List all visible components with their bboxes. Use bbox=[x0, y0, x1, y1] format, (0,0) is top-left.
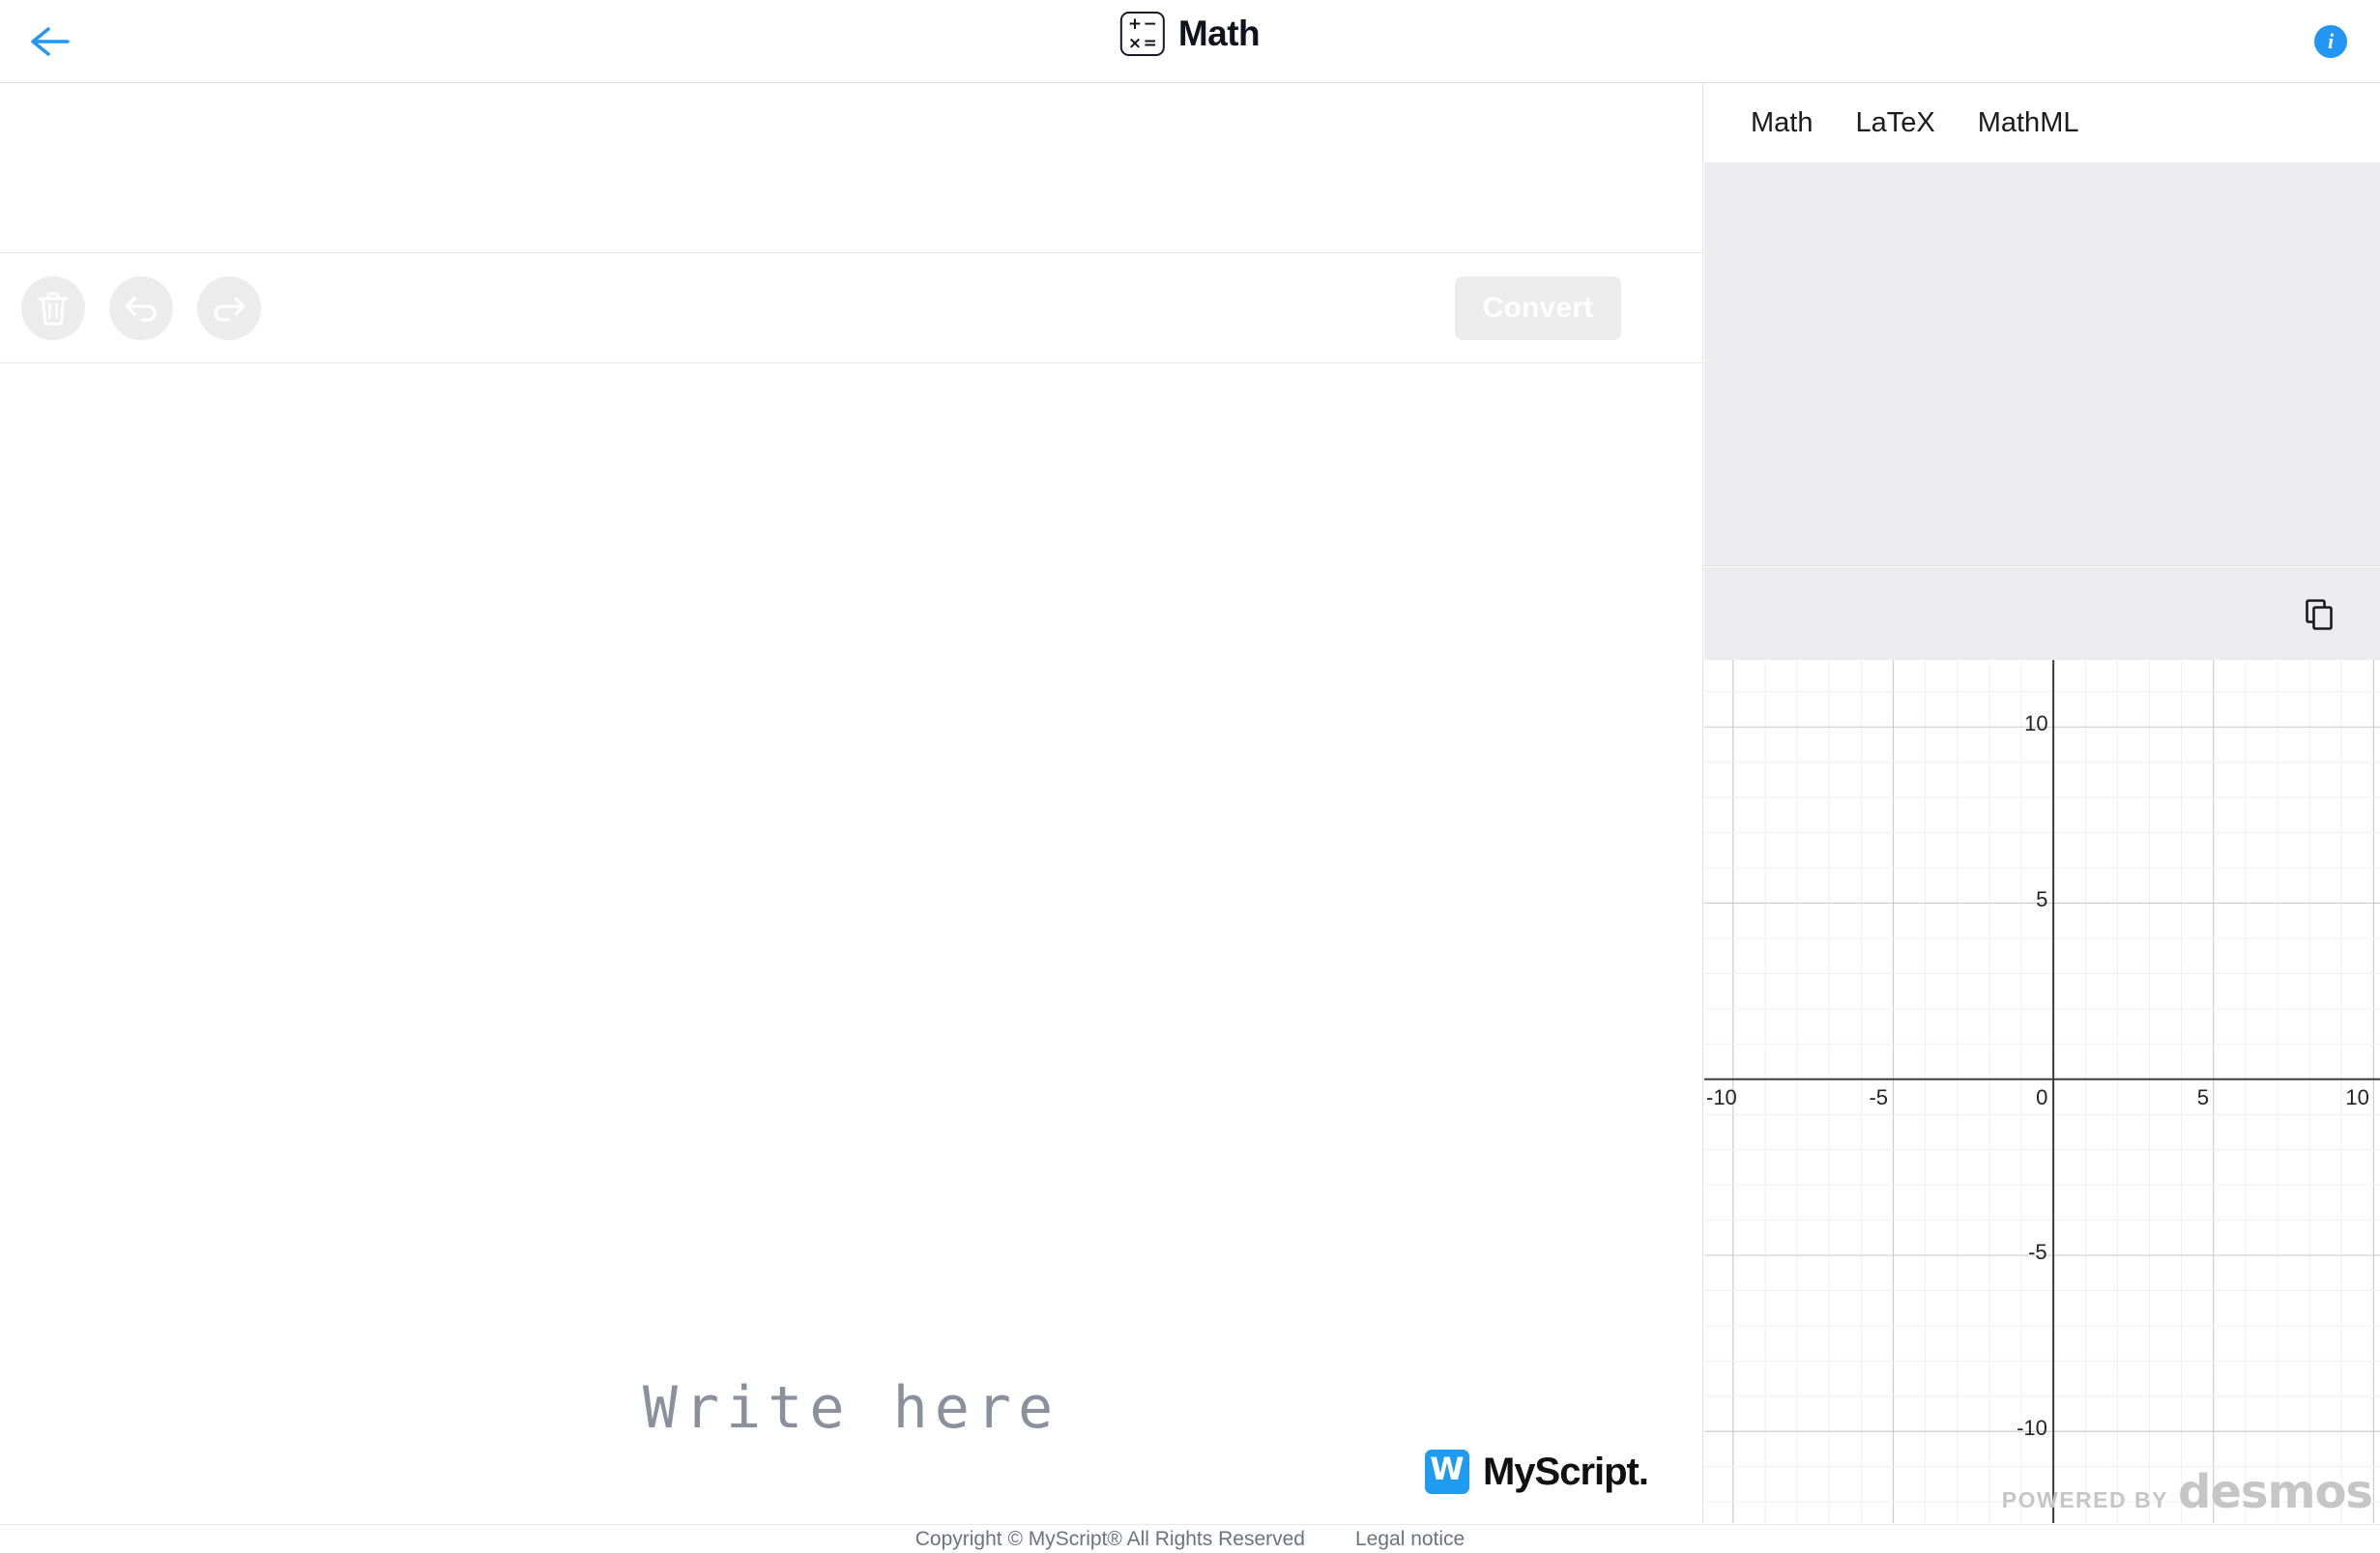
arrow-left-icon bbox=[31, 27, 70, 56]
y-axis-tick-label: 5 bbox=[2036, 887, 2048, 912]
back-button[interactable] bbox=[21, 14, 79, 70]
watermark-desmos: desmos bbox=[2177, 1465, 2373, 1519]
copy-button[interactable] bbox=[2293, 588, 2345, 640]
result-actions-bar bbox=[1704, 567, 2380, 660]
myscript-logo: W MyScript. bbox=[1424, 1450, 1649, 1494]
x-axis-tick-label: 0 bbox=[2036, 1084, 2048, 1109]
x-axis-tick-label: 5 bbox=[2196, 1084, 2209, 1109]
copyright-text: Copyright © MyScript® All Rights Reserve… bbox=[914, 1527, 1305, 1550]
tab-mathml[interactable]: MathML bbox=[1957, 83, 2101, 162]
canvas-placeholder: Write here bbox=[642, 1374, 1060, 1442]
watermark-powered-by: POWERED BY bbox=[2001, 1487, 2168, 1512]
info-icon: i bbox=[2314, 25, 2347, 58]
convert-button[interactable]: Convert bbox=[1455, 276, 1621, 340]
undo-button[interactable] bbox=[109, 276, 173, 340]
x-axis-tick-label: 10 bbox=[2345, 1084, 2369, 1109]
copy-icon bbox=[2306, 599, 2333, 630]
y-axis-tick-label: 10 bbox=[2024, 711, 2048, 736]
legal-notice-link[interactable]: Legal notice bbox=[1355, 1528, 1465, 1551]
x-axis-tick-label: -10 bbox=[1706, 1084, 1737, 1109]
editor-pane: Convert Write here W MyScript. bbox=[0, 83, 1703, 1523]
app-footer: Copyright © MyScript® All Rights Reserve… bbox=[0, 1524, 2380, 1553]
info-button[interactable]: i bbox=[2303, 14, 2359, 70]
page-title: Math bbox=[1177, 14, 1261, 53]
editor-top-spacer bbox=[0, 83, 1702, 253]
math-app-logo: + − × = bbox=[1119, 12, 1165, 56]
tab-latex[interactable]: LaTeX bbox=[1834, 83, 1956, 162]
desmos-graph[interactable]: POWERED BY desmos -10 -5 0 5 10 10 5 -5 -10 bbox=[1704, 660, 2380, 1523]
result-tabs: Math LaTeX MathML bbox=[1704, 83, 2380, 162]
myscript-mark-icon: W bbox=[1424, 1450, 1469, 1494]
redo-icon bbox=[214, 297, 246, 322]
myscript-wordmark: MyScript. bbox=[1482, 1450, 1649, 1493]
editor-toolbar: Convert bbox=[0, 253, 1702, 363]
app-header: + − × = Math i bbox=[0, 0, 2380, 83]
y-axis-tick-label: -5 bbox=[2028, 1239, 2047, 1264]
logo-equals-glyph: = bbox=[1143, 33, 1157, 53]
handwriting-canvas[interactable]: Write here W MyScript. bbox=[0, 364, 1702, 1523]
trash-icon bbox=[38, 292, 69, 326]
y-axis-tick-label: -10 bbox=[2017, 1416, 2047, 1441]
desmos-watermark: POWERED BY desmos bbox=[2001, 1465, 2373, 1519]
logo-minus-glyph: − bbox=[1143, 14, 1157, 34]
tab-math[interactable]: Math bbox=[1729, 83, 1834, 162]
logo-plus-glyph: + bbox=[1127, 14, 1143, 34]
undo-icon bbox=[125, 297, 157, 322]
x-axis-tick-label: -5 bbox=[1869, 1084, 1889, 1109]
header-title-group: + − × = Math bbox=[1119, 12, 1261, 56]
application-root: + − × = Math i Convert Write here W MySc… bbox=[0, 0, 2380, 1553]
clear-button[interactable] bbox=[21, 276, 85, 340]
redo-button[interactable] bbox=[197, 276, 261, 340]
logo-times-glyph: × bbox=[1127, 33, 1143, 53]
result-output-area[interactable] bbox=[1704, 162, 2380, 566]
result-pane: Math LaTeX MathML POWERED BY desmos -10 -… bbox=[1704, 83, 2380, 1523]
